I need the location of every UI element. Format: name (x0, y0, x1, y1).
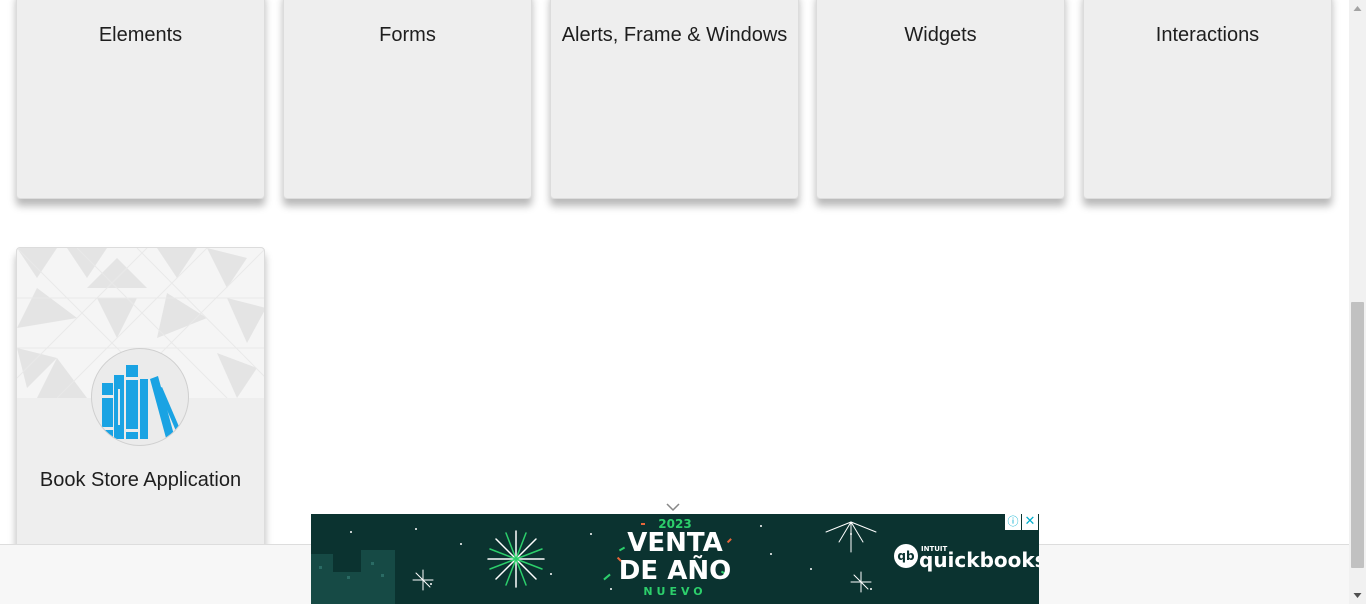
advertisement-banner[interactable]: 2023 VENTA DE AÑO NUEVO qb INTUIT quickb… (311, 514, 1039, 604)
ad-close-icon[interactable]: ✕ (1022, 514, 1038, 530)
card-alerts-frame-windows[interactable]: Alerts, Frame & Windows (550, 0, 799, 199)
page-viewport: Elements Forms Alerts, Frame & Windows W… (0, 0, 1349, 604)
card-title: Alerts, Frame & Windows (561, 24, 788, 46)
card-elements[interactable]: Elements (16, 0, 265, 199)
card-widgets[interactable]: Widgets (816, 0, 1065, 199)
scrollbar-thumb[interactable] (1351, 302, 1364, 568)
ad-headline-line3: NUEVO (643, 585, 707, 598)
card-title: Interactions (1155, 24, 1260, 46)
card-title: Elements (98, 24, 183, 46)
card-title: Book Store Application (39, 469, 242, 491)
ad-brand-name: quickbooks (919, 548, 1039, 572)
scroll-down-arrow-icon[interactable] (1349, 587, 1366, 604)
card-title: Widgets (904, 24, 977, 46)
card-interactions[interactable]: Interactions (1083, 0, 1332, 199)
card-book-store-application[interactable]: Book Store Application (16, 247, 265, 557)
quickbooks-logo-icon: qb (894, 544, 918, 568)
ad-info-icon[interactable]: ⓘ (1005, 514, 1021, 530)
card-title: Forms (379, 24, 436, 46)
scroll-up-arrow-icon[interactable] (1349, 0, 1366, 17)
ad-collapse-chevron-icon[interactable] (664, 500, 682, 512)
card-forms[interactable]: Forms (283, 0, 532, 199)
books-icon (91, 348, 189, 446)
vertical-scrollbar[interactable] (1349, 0, 1366, 604)
